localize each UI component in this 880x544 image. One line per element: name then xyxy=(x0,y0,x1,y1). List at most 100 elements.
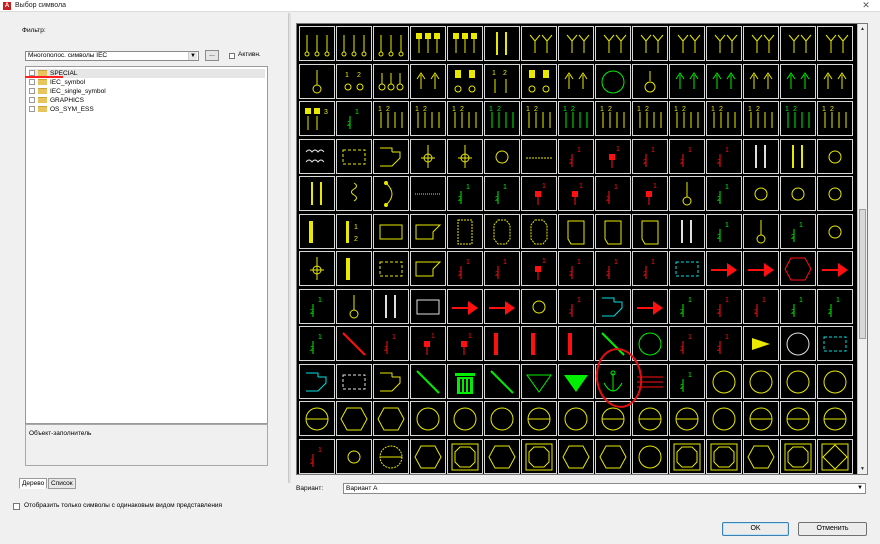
symbol-cell[interactable]: 1 xyxy=(632,176,668,211)
symbol-cell[interactable] xyxy=(484,288,520,324)
symbol-cell[interactable] xyxy=(447,288,483,324)
symbol-cell[interactable] xyxy=(447,213,483,249)
symbol-cell[interactable] xyxy=(447,138,483,174)
cancel-button[interactable]: Отменить xyxy=(798,522,867,536)
symbol-cell[interactable] xyxy=(780,138,816,174)
symbol-cell[interactable] xyxy=(521,26,557,61)
symbol-cell[interactable]: 12 xyxy=(817,101,853,136)
symbol-cell[interactable] xyxy=(410,401,446,436)
chevron-down-icon[interactable]: ▼ xyxy=(188,52,197,60)
symbol-cell[interactable] xyxy=(706,401,742,436)
symbol-cell[interactable] xyxy=(299,251,335,286)
symbol-cell[interactable] xyxy=(336,438,372,474)
symbol-cell[interactable] xyxy=(780,176,816,211)
symbol-cell[interactable]: 12 xyxy=(706,176,742,211)
symbol-cell[interactable] xyxy=(373,438,409,474)
scroll-down-icon[interactable]: ▼ xyxy=(859,465,866,473)
symbol-cell[interactable]: 12 xyxy=(410,101,446,136)
symbol-cell[interactable] xyxy=(336,363,372,399)
symbol-cell[interactable]: 1 xyxy=(521,251,557,286)
symbol-cell[interactable]: 1 xyxy=(521,176,557,211)
symbol-cell[interactable] xyxy=(373,63,409,99)
expand-icon[interactable] xyxy=(29,106,35,113)
tree-item-os-sym-ess[interactable]: OS_SYM_ESS xyxy=(29,105,94,114)
symbol-cell[interactable]: 12 xyxy=(373,326,409,361)
tab-tree[interactable]: Дерево xyxy=(19,478,48,489)
symbol-cell[interactable] xyxy=(521,438,557,474)
symbol-cell[interactable] xyxy=(558,26,594,61)
expand-icon[interactable] xyxy=(29,97,35,104)
symbol-cell[interactable] xyxy=(669,213,705,249)
symbol-cell[interactable] xyxy=(743,213,779,249)
variant-dropdown[interactable]: Вариант А ▼ xyxy=(343,483,866,494)
symbol-cell[interactable] xyxy=(743,401,779,436)
symbol-cell[interactable] xyxy=(743,176,779,211)
symbol-cell[interactable]: 12 xyxy=(632,138,668,174)
symbol-cell[interactable] xyxy=(410,288,446,324)
symbol-cell[interactable] xyxy=(336,138,372,174)
symbol-cell[interactable] xyxy=(447,363,483,399)
symbol-cell[interactable] xyxy=(743,26,779,61)
symbol-cell[interactable] xyxy=(780,251,816,286)
symbol-cell[interactable] xyxy=(373,288,409,324)
symbol-cell[interactable] xyxy=(299,363,335,399)
symbol-cell[interactable]: 12 xyxy=(706,138,742,174)
tab-list[interactable]: Список xyxy=(48,478,76,489)
symbol-cell[interactable]: 12 xyxy=(743,101,779,136)
symbol-cell[interactable]: 12 xyxy=(632,101,668,136)
symbol-cell[interactable]: 12 xyxy=(336,63,372,99)
symbol-cell[interactable] xyxy=(632,26,668,61)
symbol-cell[interactable] xyxy=(558,401,594,436)
symbol-cell[interactable] xyxy=(706,438,742,474)
same-view-checkbox[interactable] xyxy=(13,503,20,510)
symbol-cell[interactable]: 12 xyxy=(595,176,631,211)
symbol-cell[interactable]: 12 xyxy=(521,101,557,136)
symbol-cell[interactable] xyxy=(817,363,853,399)
symbol-cell[interactable]: 12 xyxy=(484,101,520,136)
active-checkbox[interactable] xyxy=(229,53,235,59)
scroll-thumb[interactable] xyxy=(859,209,866,339)
symbol-cell[interactable] xyxy=(336,326,372,361)
symbol-cell[interactable] xyxy=(410,363,446,399)
symbol-cell[interactable]: 12 xyxy=(558,138,594,174)
symbol-cell[interactable] xyxy=(373,401,409,436)
symbol-cell[interactable] xyxy=(521,138,557,174)
symbol-cell[interactable] xyxy=(632,326,668,361)
symbol-cell[interactable] xyxy=(632,288,668,324)
symbol-cell[interactable]: 1 xyxy=(558,176,594,211)
symbol-cell[interactable] xyxy=(558,363,594,399)
symbol-cell[interactable] xyxy=(299,138,335,174)
symbol-cell[interactable] xyxy=(669,176,705,211)
symbol-cell[interactable]: 12 xyxy=(706,288,742,324)
symbol-cell[interactable]: 12 xyxy=(669,101,705,136)
symbol-cell[interactable] xyxy=(410,63,446,99)
symbol-cell[interactable] xyxy=(410,251,446,286)
symbol-cell[interactable] xyxy=(817,326,853,361)
symbol-cell[interactable]: 12 xyxy=(447,176,483,211)
tree-item-graphics[interactable]: GRAPHICS xyxy=(29,96,84,105)
symbol-cell[interactable]: 12 xyxy=(447,251,483,286)
symbol-cell[interactable] xyxy=(780,26,816,61)
symbol-cell[interactable]: 12 xyxy=(669,288,705,324)
symbol-cell[interactable] xyxy=(743,251,779,286)
filter-dropdown[interactable]: Многополос. символы IEC ▼ xyxy=(25,51,199,61)
symbol-cell[interactable]: 12 xyxy=(632,251,668,286)
symbol-cell[interactable] xyxy=(817,251,853,286)
symbol-cell[interactable] xyxy=(484,26,520,61)
symbol-cell[interactable] xyxy=(558,438,594,474)
symbol-cell[interactable]: 12 xyxy=(558,288,594,324)
browse-button[interactable]: ... xyxy=(205,50,219,61)
symbol-cell[interactable]: 12 xyxy=(447,101,483,136)
symbol-cell[interactable] xyxy=(410,438,446,474)
symbol-cell[interactable] xyxy=(780,438,816,474)
symbol-cell[interactable] xyxy=(558,326,594,361)
symbol-cell[interactable] xyxy=(632,213,668,249)
symbol-cell[interactable] xyxy=(410,176,446,211)
symbol-cell[interactable] xyxy=(669,401,705,436)
symbol-cell[interactable] xyxy=(373,138,409,174)
symbol-cell[interactable] xyxy=(743,326,779,361)
symbol-cell[interactable]: 1 xyxy=(447,326,483,361)
symbol-cell[interactable] xyxy=(817,213,853,249)
symbol-cell[interactable] xyxy=(484,326,520,361)
symbol-cell[interactable] xyxy=(484,213,520,249)
